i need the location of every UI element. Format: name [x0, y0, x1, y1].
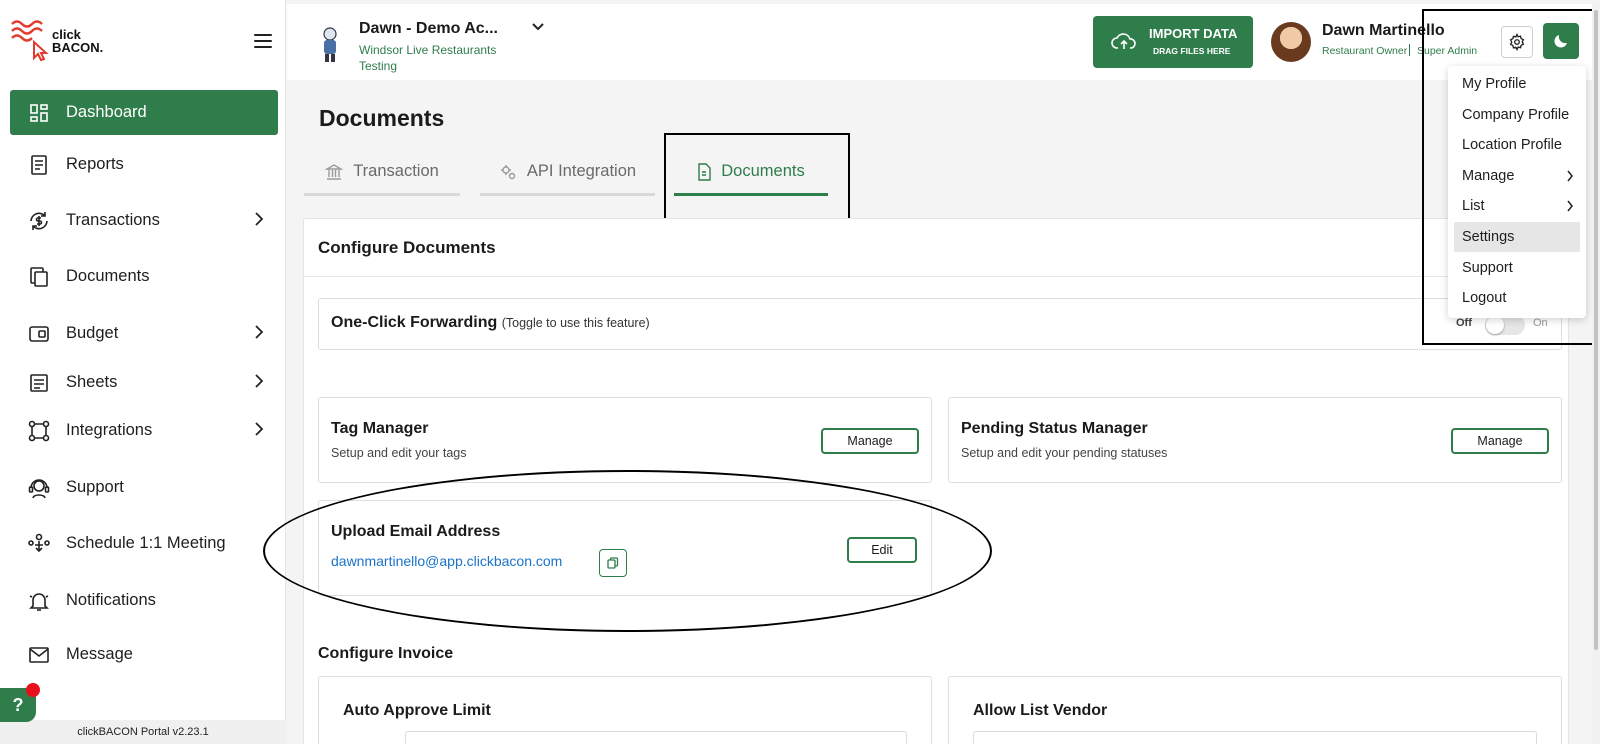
pending-status-title: Pending Status Manager	[961, 420, 1148, 437]
one-click-hint: (Toggle to use this feature)	[501, 316, 650, 330]
configure-invoice-title: Configure Invoice	[318, 645, 454, 662]
version-label: clickBACON Portal v2.23.1	[0, 720, 286, 744]
chevron-right-icon	[255, 374, 264, 388]
tag-manager-title: Tag Manager	[331, 420, 429, 437]
user-role: Restaurant Owner	[1322, 45, 1408, 57]
import-data-title: IMPORT DATA	[1149, 26, 1238, 41]
scrollbar-thumb[interactable]	[1594, 10, 1598, 650]
gear-cluster-icon	[499, 163, 517, 181]
bell-icon	[26, 588, 52, 614]
clickbacon-logo[interactable]: click BACON.	[10, 18, 110, 66]
sheet-icon	[26, 370, 52, 396]
sidebar-item-label: Sheets	[66, 373, 118, 391]
pending-status-subtitle: Setup and edit your pending statuses	[961, 446, 1168, 460]
page-title: Documents	[319, 105, 445, 131]
menu-highlight-annotation	[1422, 9, 1595, 345]
sidebar-item-label: Dashboard	[66, 103, 147, 121]
account-location: Windsor Live Restaurants Testing	[359, 43, 497, 73]
tag-manager-manage-button[interactable]: Manage	[821, 428, 919, 454]
account-name[interactable]: Dawn - Demo Ac...	[359, 20, 498, 38]
sidebar-item-label: Integrations	[66, 421, 153, 439]
sidebar: click BACON. Dashboard Reports Transacti…	[0, 0, 286, 744]
sidebar-item-label: Message	[66, 645, 133, 663]
tag-manager-subtitle: Setup and edit your tags	[331, 446, 467, 460]
tab-transaction[interactable]: Transaction	[304, 150, 460, 196]
avatar[interactable]	[1271, 22, 1311, 62]
one-click-label: One-Click Forwarding	[331, 314, 498, 331]
documents-icon	[26, 264, 52, 290]
sidebar-item-label: Schedule 1:1 Meeting	[66, 534, 226, 552]
sidebar-item-sheets[interactable]: Sheets	[10, 360, 278, 405]
headset-icon	[26, 475, 52, 501]
sidebar-item-reports[interactable]: Reports	[10, 142, 278, 187]
pending-status-card: Pending Status Manager Setup and edit yo…	[948, 397, 1562, 483]
sidebar-item-budget[interactable]: Budget	[10, 311, 278, 356]
auto-approve-title: Auto Approve Limit	[343, 702, 491, 719]
sidebar-item-documents[interactable]: Documents	[10, 254, 278, 299]
sidebar-item-notifications[interactable]: Notifications	[10, 578, 278, 623]
dollar-sync-icon	[26, 208, 52, 234]
import-data-button[interactable]: IMPORT DATA DRAG FILES HERE	[1093, 16, 1253, 68]
dashboard-grid-icon	[26, 100, 52, 126]
tab-label: API Integration	[526, 162, 637, 180]
report-doc-icon	[26, 152, 52, 178]
chevron-right-icon	[255, 422, 264, 436]
sidebar-item-schedule-meeting[interactable]: Schedule 1:1 Meeting	[10, 521, 278, 566]
tab-highlight-annotation	[664, 133, 850, 222]
allow-list-select[interactable]	[973, 731, 1537, 744]
role-divider	[1409, 44, 1410, 56]
allow-list-card: Allow List Vendor	[948, 676, 1562, 744]
tab-label: Transaction	[353, 162, 439, 180]
sidebar-item-label: Documents	[66, 267, 150, 285]
sidebar-item-label: Budget	[66, 324, 119, 342]
sidebar-item-label: Reports	[66, 155, 124, 173]
sidebar-item-label: Notifications	[66, 591, 156, 609]
auto-approve-input[interactable]	[405, 731, 907, 744]
integrations-icon	[26, 418, 52, 444]
sidebar-item-support[interactable]: Support	[10, 465, 278, 510]
one-click-title: One-Click Forwarding (Toggle to use this…	[331, 314, 650, 332]
import-data-subtitle: DRAG FILES HERE	[1153, 46, 1231, 56]
sidebar-item-message[interactable]: Message	[10, 632, 278, 677]
bank-icon	[325, 163, 344, 181]
account-mascot-icon	[323, 27, 337, 62]
chevron-right-icon	[255, 212, 264, 226]
one-click-forwarding-row: One-Click Forwarding (Toggle to use this…	[318, 298, 1562, 350]
sidebar-item-transactions[interactable]: Transactions	[10, 198, 278, 243]
tab-api-integration[interactable]: API Integration	[480, 150, 655, 196]
sidebar-item-label: Support	[66, 478, 124, 496]
wallet-icon	[26, 321, 52, 347]
notification-dot	[26, 683, 40, 697]
logo-line2: BACON.	[52, 40, 104, 55]
sidebar-item-dashboard[interactable]: Dashboard	[10, 90, 278, 135]
allow-list-title: Allow List Vendor	[973, 702, 1108, 719]
meeting-icon	[26, 531, 52, 557]
sidebar-item-integrations[interactable]: Integrations	[10, 408, 278, 453]
sidebar-item-label: Transactions	[66, 211, 160, 229]
cloud-upload-icon	[1111, 33, 1136, 49]
chevron-right-icon	[255, 325, 264, 339]
top-bar: Dawn - Demo Ac... Windsor Live Restauran…	[287, 4, 1600, 80]
menu-toggle-icon[interactable]	[254, 34, 272, 48]
configure-documents-title: Configure Documents	[318, 238, 496, 257]
card-divider	[304, 276, 1568, 277]
auto-approve-card: Auto Approve Limit	[318, 676, 932, 744]
chevron-down-icon[interactable]	[531, 22, 545, 32]
pending-status-manage-button[interactable]: Manage	[1451, 428, 1549, 454]
email-highlight-annotation	[263, 470, 992, 632]
mail-icon	[26, 642, 52, 668]
logo-waves-icon	[11, 20, 49, 62]
logo-text: click BACON.	[52, 28, 103, 54]
